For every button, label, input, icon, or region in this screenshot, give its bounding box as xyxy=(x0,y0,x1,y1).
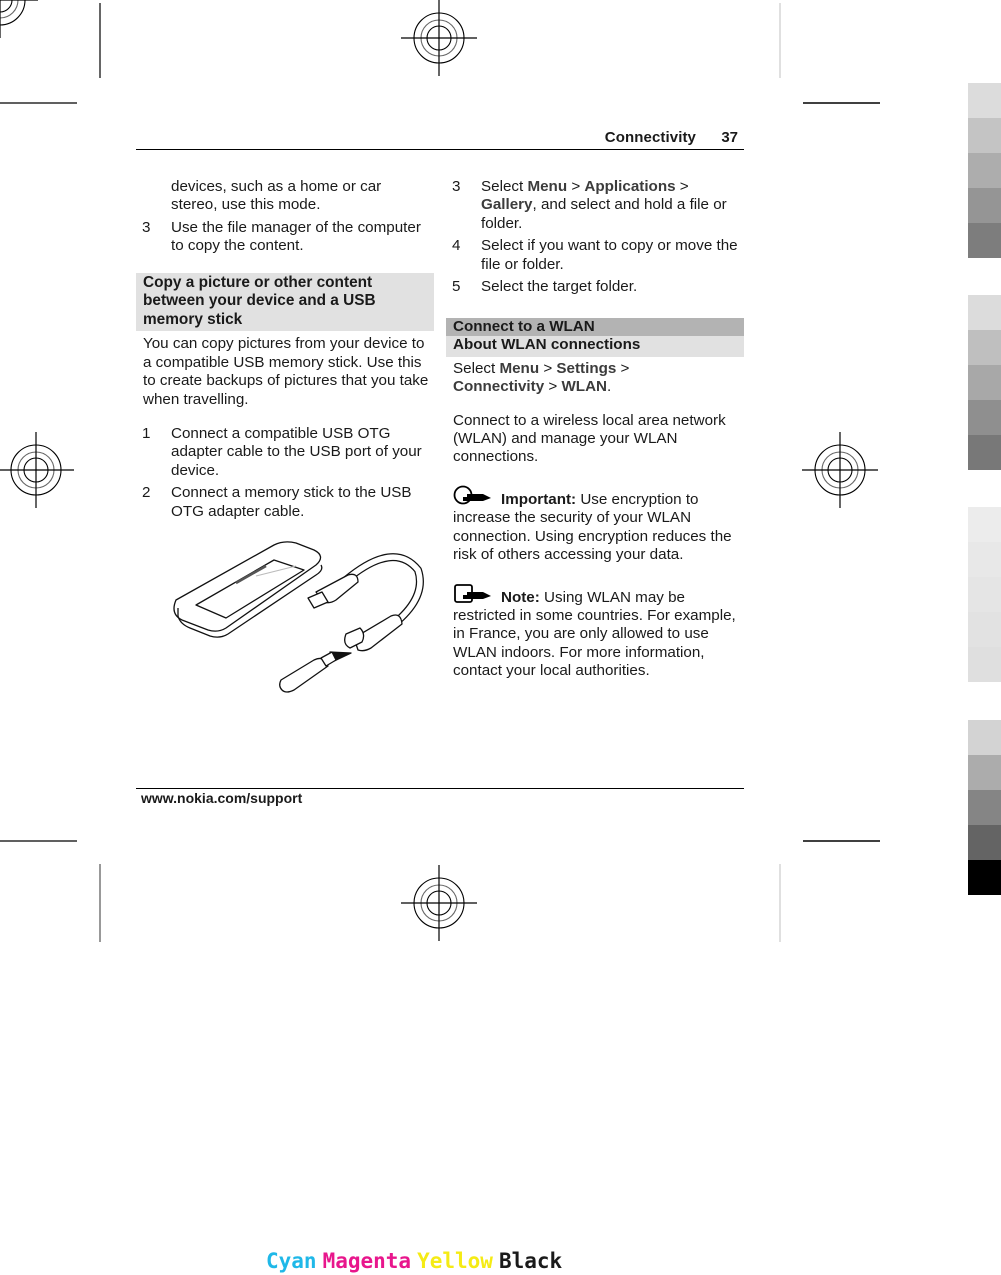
grey-swatch xyxy=(968,612,1001,647)
grey-swatch xyxy=(968,755,1001,790)
note-pointing-hand-icon xyxy=(454,583,491,603)
step-number: 3 xyxy=(142,218,151,236)
step-item: 3 Use the file manager of the computer t… xyxy=(136,219,434,256)
section-heading-wlan: Connect to a WLAN xyxy=(446,318,744,337)
grey-swatch xyxy=(968,790,1001,825)
otg-cable-icon xyxy=(343,553,424,634)
grey-swatch xyxy=(968,295,1001,330)
step-text: Connect a memory stick to the USB OTG ad… xyxy=(171,484,412,520)
grey-swatch xyxy=(968,365,1001,400)
registration-mark-right xyxy=(801,431,879,509)
step-item: 4 Select if you want to copy or move the… xyxy=(446,237,744,274)
grey-swatch xyxy=(968,542,1001,577)
step-number: 1 xyxy=(142,425,151,443)
cmyk-label: Magenta xyxy=(322,1249,412,1273)
grey-swatch xyxy=(968,860,1001,895)
grey-swatch xyxy=(968,435,1001,470)
continuation-text: devices, such as a home or car stereo, u… xyxy=(171,178,382,214)
step-number: 5 xyxy=(452,278,461,296)
grey-swatch xyxy=(968,188,1001,223)
grey-swatch xyxy=(968,153,1001,188)
grey-swatch xyxy=(968,720,1001,755)
grey-swatch xyxy=(968,223,1001,258)
cmyk-color-labels: Cyan Magenta Yellow Black xyxy=(266,1249,568,1273)
running-header: Connectivity 37 xyxy=(136,127,744,150)
wlan-description: Connect to a wireless local area network… xyxy=(453,411,726,466)
step-item: 5 Select the target folder. xyxy=(446,278,744,296)
registration-mark-bottom xyxy=(400,864,478,942)
step-number: 2 xyxy=(142,484,151,502)
grey-swatch xyxy=(968,507,1001,542)
step-item: 1 Connect a compatible USB OTG adapter c… xyxy=(136,425,434,480)
step-number: 3 xyxy=(452,178,461,195)
note-notice: Note: Using WLAN may be restricted in so… xyxy=(446,583,744,681)
intro-paragraph: You can copy pictures from your device t… xyxy=(143,335,429,408)
step-text: Select the target folder. xyxy=(481,278,638,296)
important-notice: Important: Use encryption to increase th… xyxy=(446,485,744,565)
step-text: Select if you want to copy or move the f… xyxy=(481,237,738,273)
footer-url: www.nokia.com/support xyxy=(141,790,303,806)
registration-mark-left xyxy=(0,431,75,509)
registration-mark-top xyxy=(400,0,478,77)
cmyk-label: Black xyxy=(498,1249,563,1273)
step-text: Connect a compatible USB OTG adapter cab… xyxy=(171,425,422,479)
left-column: devices, such as a home or car stereo, u… xyxy=(136,178,434,525)
page-number: 37 xyxy=(721,129,738,146)
step-item: 2 Connect a memory stick to the USB OTG … xyxy=(136,484,434,521)
grey-swatch xyxy=(968,83,1001,118)
ui-applications: Applications xyxy=(584,178,676,195)
ui-gallery: Gallery xyxy=(481,196,533,214)
grey-swatch xyxy=(968,647,1001,682)
usb-memory-stick-icon xyxy=(279,657,329,693)
footer-rule xyxy=(136,788,744,789)
subsection-heading-about-wlan: About WLAN connections xyxy=(446,336,744,357)
menu-path: Select Menu > Settings > Connectivity > … xyxy=(453,359,630,396)
usb-otg-illustration xyxy=(173,541,424,693)
ui-menu: Menu xyxy=(527,178,568,195)
step-number: 4 xyxy=(452,237,461,255)
step-item: 3 Select Menu > Applications > Gallery, … xyxy=(452,178,727,232)
important-pointing-hand-icon xyxy=(453,485,491,505)
step-text: Use the file manager of the computer to … xyxy=(171,218,421,255)
grey-swatch xyxy=(968,577,1001,612)
grey-swatch xyxy=(968,400,1001,435)
cmyk-label: Cyan xyxy=(266,1249,317,1273)
grey-swatch xyxy=(968,825,1001,860)
right-column: 3 Select Menu > Applications > Gallery, … xyxy=(446,178,744,681)
section-title: Connectivity xyxy=(604,129,696,146)
cmyk-label: Yellow xyxy=(417,1249,493,1273)
grey-swatch xyxy=(968,118,1001,153)
section-heading-usb-copy: Copy a picture or other content between … xyxy=(136,272,434,332)
grey-swatch xyxy=(968,330,1001,365)
